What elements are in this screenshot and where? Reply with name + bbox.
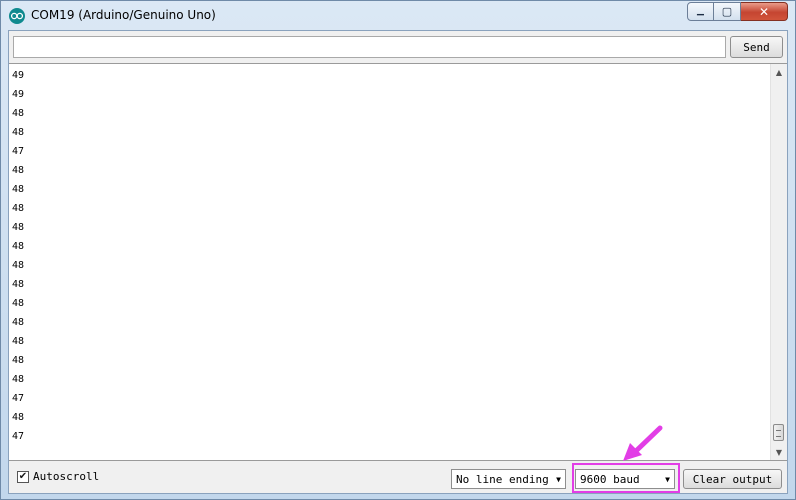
- minimize-icon: ▁: [697, 6, 704, 16]
- output-line: 48: [12, 241, 25, 252]
- maximize-button[interactable]: ▢: [714, 2, 741, 21]
- chevron-down-icon: ▼: [665, 475, 670, 484]
- line-ending-select[interactable]: No line ending ▼: [451, 469, 566, 489]
- annotation-arrow-icon: [623, 425, 663, 461]
- output-line: 48: [12, 298, 25, 309]
- output-line: 48: [12, 279, 25, 290]
- output-line: 48: [12, 127, 25, 138]
- autoscroll-checkbox[interactable]: ✔: [17, 470, 29, 483]
- window-controls: ▁ ▢ ✕: [687, 2, 788, 22]
- output-lines: 49 49 48 48 47 48 48 48 48 48 48 48 48 48 48 48 48 47 48 47: [12, 66, 24, 446]
- send-input[interactable]: [13, 36, 726, 58]
- close-icon: ✕: [758, 4, 770, 19]
- output-line: 49: [12, 70, 25, 81]
- output-line: 48: [12, 412, 25, 423]
- autoscroll-label: Autoscroll: [33, 470, 100, 483]
- minimize-button[interactable]: ▁: [687, 2, 714, 21]
- output-line: 48: [12, 184, 25, 195]
- serial-monitor-body: Send 49 49 48 48 47 48 48 48 48 48 48 48 48 48 48 48 48 4…: [8, 30, 788, 494]
- serial-monitor-window: COM19 (Arduino/Genuino Uno) ▁ ▢ ✕ Send 4…: [0, 0, 796, 500]
- baud-rate-value: 9600 baud: [580, 472, 640, 486]
- arduino-logo-icon: [9, 8, 25, 24]
- output-line: 48: [12, 355, 25, 366]
- chevron-down-icon: ▼: [556, 475, 561, 484]
- maximize-icon: ▢: [721, 5, 733, 18]
- output-line: 48: [12, 336, 25, 347]
- serial-output[interactable]: 49 49 48 48 47 48 48 48 48 48 48 48 48 48 48 48 48 47 48 47…: [9, 63, 787, 461]
- window-title: COM19 (Arduino/Genuino Uno): [31, 8, 216, 22]
- title-bar[interactable]: COM19 (Arduino/Genuino Uno) ▁ ▢ ✕: [1, 1, 795, 30]
- output-line: 47: [12, 393, 25, 404]
- output-line: 49: [12, 89, 25, 100]
- output-line: 48: [12, 222, 25, 233]
- scrollbar-thumb[interactable]: [773, 424, 784, 441]
- close-button[interactable]: ✕: [741, 2, 788, 21]
- line-ending-value: No line ending: [456, 472, 549, 486]
- output-line: 48: [12, 317, 25, 328]
- output-line: 48: [12, 165, 25, 176]
- autoscroll-control[interactable]: ✔ Autoscroll: [17, 470, 99, 483]
- output-line: 48: [12, 374, 25, 385]
- baud-rate-select[interactable]: 9600 baud ▼: [575, 469, 675, 489]
- scroll-up-icon[interactable]: ▲: [771, 64, 787, 80]
- scroll-down-icon[interactable]: ▼: [771, 444, 787, 460]
- output-line: 48: [12, 108, 25, 119]
- vertical-scrollbar[interactable]: ▲ ▼: [770, 64, 787, 460]
- output-line: 47: [12, 146, 25, 157]
- output-line: 48: [12, 203, 25, 214]
- output-line: 47: [12, 431, 25, 442]
- clear-output-button[interactable]: Clear output: [683, 469, 782, 489]
- send-button[interactable]: Send: [730, 36, 783, 58]
- bottom-toolbar: ✔ Autoscroll No line ending ▼ 9600 baud …: [9, 463, 787, 493]
- output-line: 48: [12, 260, 25, 271]
- check-icon: ✔: [18, 471, 28, 482]
